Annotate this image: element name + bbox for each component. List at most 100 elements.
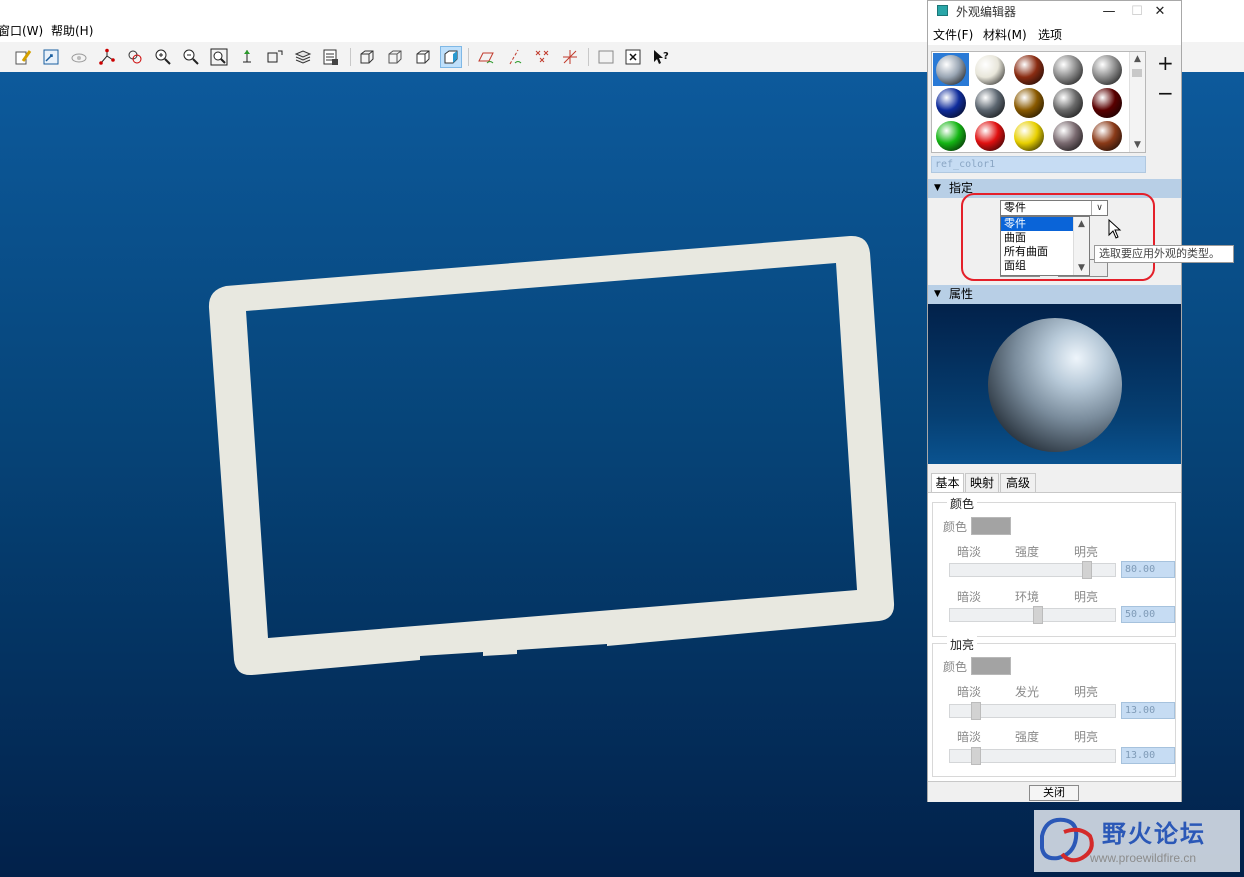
saved-views-icon[interactable] [124, 46, 146, 68]
csys-display-icon[interactable] [559, 46, 581, 68]
ambient-slider[interactable] [949, 606, 1116, 624]
slider-bright-label: 明亮 [1074, 590, 1099, 604]
material-ball-icon [975, 54, 1005, 85]
material-ball-icon [936, 87, 966, 118]
menu-material[interactable]: 材料(M) [983, 26, 1027, 43]
material-ball-icon [1014, 87, 1044, 118]
material-ball-icon [1014, 54, 1044, 85]
slider-thumb[interactable] [1082, 561, 1092, 579]
appearance-swatch[interactable] [1011, 86, 1047, 119]
select-box-icon[interactable] [595, 46, 617, 68]
slider-title-label: 发光 [1015, 685, 1040, 699]
datum-planes-icon[interactable] [475, 46, 497, 68]
appearance-palette: ▲ ▼ [931, 51, 1146, 153]
layers-icon[interactable] [292, 46, 314, 68]
appearance-swatch[interactable] [933, 119, 969, 152]
appearance-swatch[interactable] [1050, 86, 1086, 119]
menu-file[interactable]: 文件(F) [933, 26, 973, 43]
close-icon[interactable]: ✕ [1147, 1, 1173, 21]
forum-watermark: 野火论坛 www.proewildfire.cn [1034, 810, 1240, 872]
minimize-icon[interactable]: — [1096, 1, 1122, 21]
hidden-line-icon[interactable] [384, 46, 406, 68]
svg-text:?: ? [663, 51, 669, 62]
zoom-fit-view-icon[interactable] [40, 46, 62, 68]
context-help-icon[interactable]: ? [650, 46, 672, 68]
scrollbar-thumb[interactable] [1132, 69, 1142, 77]
properties-section-header[interactable]: ▼ 属性 [928, 285, 1181, 304]
slider-dim-label: 暗淡 [957, 590, 982, 604]
zoom-in-icon[interactable] [152, 46, 174, 68]
slider-dim-label: 暗淡 [957, 545, 982, 559]
slider-dim-label: 暗淡 [957, 730, 982, 744]
slider-bright-label: 明亮 [1074, 545, 1099, 559]
appearance-swatch[interactable] [1089, 53, 1125, 86]
highlight-color-swatch[interactable] [971, 657, 1011, 675]
shading-icon[interactable] [440, 46, 462, 68]
palette-scrollbar[interactable]: ▲ ▼ [1129, 52, 1145, 152]
close-button[interactable]: 关闭 [1029, 785, 1079, 801]
highlight-intensity-value[interactable]: 13.00 [1121, 747, 1175, 764]
datum-points-icon[interactable] [96, 46, 118, 68]
close-window-icon[interactable] [622, 46, 644, 68]
appearance-swatch[interactable] [1011, 53, 1047, 86]
appearance-swatch[interactable] [972, 119, 1008, 152]
scroll-down-icon[interactable]: ▼ [1130, 138, 1145, 152]
appearance-swatch[interactable] [972, 86, 1008, 119]
tab-advanced[interactable]: 高级 [1000, 473, 1036, 492]
appearance-swatch[interactable] [933, 53, 969, 86]
assign-type-tooltip: 选取要应用外观的类型。 [1094, 245, 1234, 263]
scroll-up-icon[interactable]: ▲ [1130, 52, 1145, 66]
repaint-icon[interactable] [12, 46, 34, 68]
orient-icon[interactable] [236, 46, 258, 68]
appearance-editor-dialog: 外观编辑器 — ☐ ✕ 文件(F) 材料(M) 选项 ▲ ▼ + − ref_c… [927, 0, 1234, 802]
slider-thumb[interactable] [1033, 606, 1043, 624]
refit-icon[interactable] [208, 46, 230, 68]
intensity-slider[interactable] [949, 561, 1116, 579]
tab-map[interactable]: 映射 [965, 473, 999, 492]
highlight-intensity-slider[interactable] [949, 747, 1116, 765]
shine-slider[interactable] [949, 702, 1116, 720]
zoom-out-icon[interactable] [180, 46, 202, 68]
toolbar-separator [350, 48, 351, 66]
appearance-preview [928, 304, 1181, 464]
material-ball-icon [1092, 120, 1122, 151]
color-swatch[interactable] [971, 517, 1011, 535]
menu-window[interactable]: 窗口(W) [0, 22, 43, 39]
dialog-titlebar[interactable]: 外观编辑器 — ☐ ✕ [928, 1, 1181, 21]
shine-value[interactable]: 13.00 [1121, 702, 1175, 719]
dialog-menubar: 文件(F) 材料(M) 选项 [928, 21, 1181, 45]
add-appearance-button[interactable]: + [1157, 53, 1174, 73]
remove-appearance-button[interactable]: − [1157, 83, 1174, 103]
point-display-icon[interactable] [531, 46, 553, 68]
menu-help[interactable]: 帮助(H) [51, 22, 93, 39]
model-tree-icon[interactable] [320, 46, 342, 68]
appearance-swatch[interactable] [1011, 119, 1047, 152]
appearance-swatch[interactable] [1050, 53, 1086, 86]
appearance-swatch[interactable] [1050, 119, 1086, 152]
color-swatch-label: 颜色 [943, 520, 968, 534]
material-ball-icon [1092, 54, 1122, 85]
menu-options[interactable]: 选项 [1038, 26, 1062, 43]
appearance-swatch[interactable] [1089, 86, 1125, 119]
slider-bright-label: 明亮 [1074, 685, 1099, 699]
spin-center-icon[interactable] [68, 46, 90, 68]
tab-basic[interactable]: 基本 [931, 473, 964, 493]
dialog-title: 外观编辑器 [956, 5, 1017, 19]
slider-title-label: 强度 [1015, 545, 1040, 559]
color-group-title: 颜色 [947, 495, 978, 512]
slider-thumb[interactable] [971, 747, 981, 765]
material-name-field[interactable]: ref_color1 [931, 156, 1146, 173]
wireframe-icon[interactable] [356, 46, 378, 68]
appearance-swatch[interactable] [972, 53, 1008, 86]
intensity-value[interactable]: 80.00 [1121, 561, 1175, 578]
toolbar-separator [468, 48, 469, 66]
material-ball-icon [1053, 54, 1083, 85]
reorient-view-icon[interactable] [264, 46, 286, 68]
appearance-swatch[interactable] [1089, 119, 1125, 152]
datum-axes-icon[interactable] [503, 46, 525, 68]
no-hidden-icon[interactable] [412, 46, 434, 68]
ambient-value[interactable]: 50.00 [1121, 606, 1175, 623]
properties-tabs: 基本 映射 高级 [928, 473, 1181, 493]
slider-thumb[interactable] [971, 702, 981, 720]
appearance-swatch[interactable] [933, 86, 969, 119]
